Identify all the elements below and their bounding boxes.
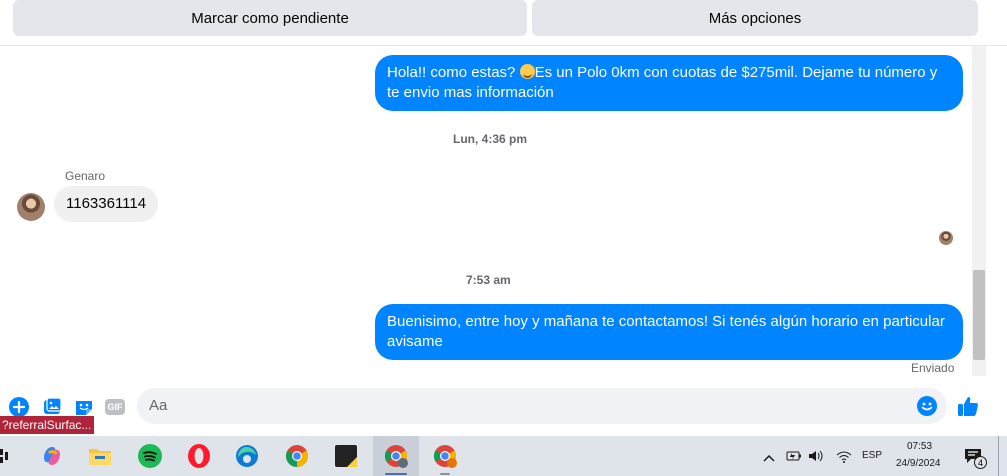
message-text: Hola!! como estas? bbox=[387, 64, 520, 81]
sender-avatar[interactable] bbox=[17, 193, 45, 221]
show-desktop-divider[interactable] bbox=[998, 436, 999, 476]
notification-count-badge: 4 bbox=[974, 456, 987, 469]
messenger-window: Marcar como pendiente Más opciones Hola!… bbox=[0, 0, 1007, 476]
plus-circle-icon[interactable] bbox=[9, 397, 29, 417]
chrome-icon[interactable] bbox=[284, 443, 310, 469]
photo-icon[interactable] bbox=[42, 397, 62, 417]
message-text: 1163361114 bbox=[66, 195, 147, 212]
sent-status: Enviado bbox=[911, 361, 955, 375]
chrome-profile-icon[interactable] bbox=[383, 443, 409, 469]
emoji-picker-icon[interactable] bbox=[917, 396, 937, 421]
gif-icon[interactable]: GIF bbox=[105, 397, 125, 417]
windows-taskbar: ESP 07:53 24/9/2024 4 bbox=[0, 436, 1007, 476]
spotify-icon[interactable] bbox=[137, 443, 163, 469]
chat-scrollbar[interactable] bbox=[972, 46, 986, 376]
seen-avatar bbox=[939, 231, 953, 245]
mark-pending-button[interactable]: Marcar como pendiente bbox=[13, 0, 527, 36]
thumbs-up-icon[interactable] bbox=[957, 395, 979, 422]
clock-date[interactable]: 24/9/2024 bbox=[896, 458, 941, 469]
divider bbox=[0, 45, 1007, 46]
scroll-thumb[interactable] bbox=[973, 270, 985, 360]
sticker-icon[interactable] bbox=[74, 397, 94, 417]
smiling-face-emoji-icon bbox=[519, 64, 535, 79]
chrome-profile-2-icon[interactable] bbox=[432, 443, 458, 469]
sticky-notes-icon[interactable] bbox=[333, 443, 359, 469]
more-options-button[interactable]: Más opciones bbox=[532, 0, 978, 36]
message-input-placeholder: Aa bbox=[149, 397, 168, 414]
incoming-message[interactable]: 1163361114 bbox=[54, 186, 159, 222]
task-view-icon[interactable] bbox=[0, 448, 10, 464]
active-app-indicator bbox=[385, 473, 407, 475]
outgoing-message[interactable]: Hola!! como estas? Es un Polo 0km con cu… bbox=[375, 55, 963, 111]
referral-link-tag[interactable]: ?referralSurfac... bbox=[0, 416, 94, 434]
opera-icon[interactable] bbox=[186, 443, 212, 469]
outgoing-message[interactable]: Buenisimo, entre hoy y mañana te contact… bbox=[375, 304, 963, 360]
message-text: Buenisimo, entre hoy y mañana te contact… bbox=[387, 313, 945, 350]
wifi-icon[interactable] bbox=[836, 450, 852, 468]
copilot-icon[interactable] bbox=[39, 443, 65, 469]
language-indicator[interactable]: ESP bbox=[862, 450, 882, 461]
top-actions-bar: Marcar como pendiente Más opciones bbox=[0, 0, 1007, 46]
message-input[interactable]: Aa bbox=[137, 388, 947, 424]
file-explorer-icon[interactable] bbox=[87, 443, 113, 469]
sender-name: Genaro bbox=[65, 169, 106, 183]
battery-icon[interactable] bbox=[786, 449, 802, 467]
edge-icon[interactable] bbox=[234, 443, 260, 469]
message-timestamp: 7:53 am bbox=[466, 273, 511, 287]
open-app-indicator bbox=[440, 473, 450, 475]
chevron-up-icon[interactable] bbox=[763, 450, 775, 468]
volume-icon[interactable] bbox=[808, 449, 824, 467]
message-timestamp: Lun, 4:36 pm bbox=[453, 132, 528, 146]
clock-time[interactable]: 07:53 bbox=[907, 441, 932, 452]
